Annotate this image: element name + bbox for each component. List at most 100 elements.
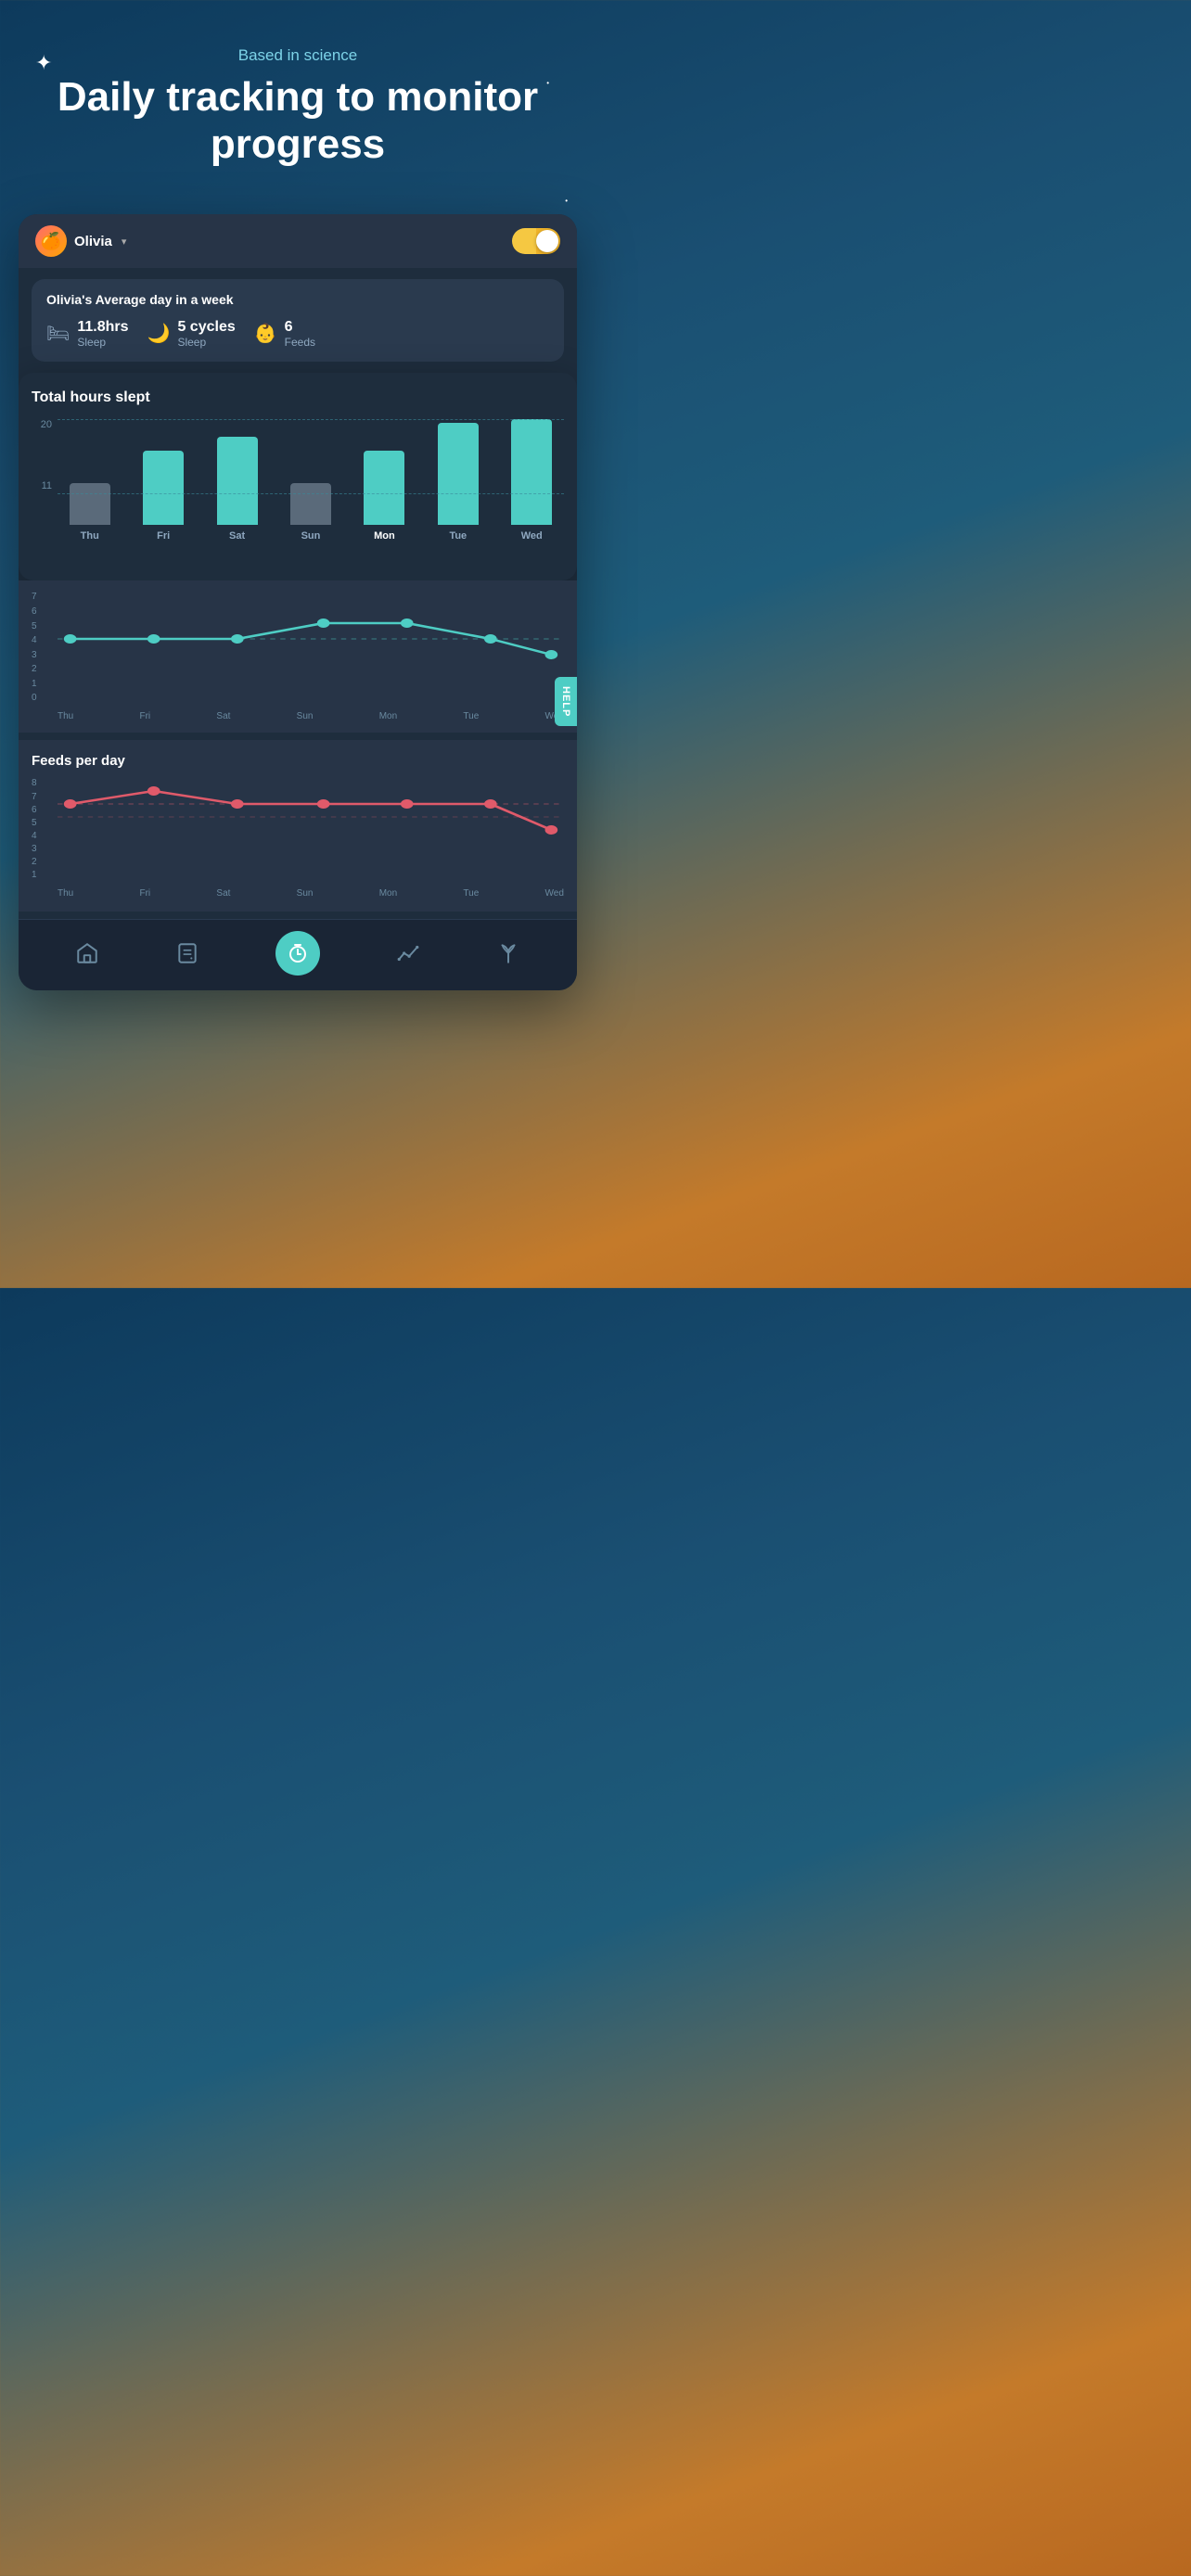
- home-icon: [75, 941, 99, 965]
- bar-fri-bar: [143, 451, 184, 525]
- feeds-y-4: 4: [32, 831, 41, 841]
- feeds-chart-title: Feeds per day: [32, 753, 564, 769]
- cycles-y-7: 7: [32, 592, 41, 602]
- timer-icon-wrapper: [275, 931, 320, 976]
- bar-wed-label: Wed: [521, 530, 543, 542]
- sleep-cycles-label: Sleep: [177, 336, 235, 349]
- bar-chart-wrapper: 20 11 Thu Fri: [32, 419, 564, 567]
- star-decoration-3: •: [565, 197, 568, 205]
- sleep-cycles-chart: 7 6 5 4 3 2 1 0: [19, 580, 577, 733]
- nav-report[interactable]: [175, 941, 199, 965]
- bar-wed-bar: [511, 419, 552, 525]
- hero-subtitle: Based in science: [37, 46, 558, 65]
- nav-growth[interactable]: [496, 941, 520, 965]
- feeds-chart-area: 8 7 6 5 4 3 2 1: [32, 778, 564, 899]
- bottom-nav: [19, 919, 577, 990]
- feeds-y-7: 7: [32, 792, 41, 802]
- sleep-hours-value: 11.8hrs: [77, 318, 128, 336]
- sleep-chart-title: Total hours slept: [32, 389, 564, 406]
- moon-icon: 🌙: [147, 322, 171, 345]
- cycles-y-1: 1: [32, 679, 41, 689]
- feeds-value: 6: [285, 318, 315, 336]
- star-decoration-2: •: [546, 79, 549, 87]
- chevron-down-icon: ▾: [122, 236, 127, 248]
- y-label-11: 11: [32, 480, 58, 491]
- bar-fri: Fri: [131, 419, 195, 542]
- cycles-y-4: 4: [32, 635, 41, 645]
- cycles-y-0: 0: [32, 693, 41, 703]
- nav-timer[interactable]: [275, 931, 320, 976]
- feeds-x-thu: Thu: [58, 888, 73, 899]
- bar-fri-label: Fri: [157, 530, 170, 542]
- theme-toggle[interactable]: ☀: [512, 228, 560, 254]
- cycles-y-2: 2: [32, 664, 41, 674]
- cycles-x-sat: Sat: [216, 711, 230, 721]
- nav-trends[interactable]: [396, 941, 420, 965]
- app-card: 🍊 Olivia ▾ ☀ Olivia's Average day in a w…: [19, 214, 577, 990]
- summary-card: Olivia's Average day in a week 🛏 11.8hrs…: [32, 279, 564, 362]
- cycles-x-fri: Fri: [139, 711, 150, 721]
- feeds-y-3: 3: [32, 844, 41, 854]
- feeds-y-2: 2: [32, 857, 41, 867]
- feeds-x-tue: Tue: [463, 888, 479, 899]
- feeds-y-1: 1: [32, 870, 41, 880]
- stat-feeds: 👶 6 Feeds: [254, 318, 315, 349]
- bar-thu-bar: [70, 483, 110, 525]
- user-profile[interactable]: 🍊 Olivia ▾: [35, 225, 126, 257]
- bar-mon-bar: [364, 451, 404, 525]
- sun-icon: ☀: [518, 234, 530, 249]
- bar-wed: Wed: [500, 419, 564, 542]
- cycles-x-sun: Sun: [297, 711, 314, 721]
- grid-line-mid: [58, 493, 564, 494]
- help-button[interactable]: HELP: [555, 677, 577, 726]
- bar-sat: Sat: [205, 419, 269, 542]
- bar-thu-label: Thu: [81, 530, 99, 542]
- y-axis: 20 11: [32, 419, 58, 567]
- cycles-x-labels: Thu Fri Sat Sun Mon Tue Wed: [58, 711, 564, 721]
- feeds-y-6: 6: [32, 805, 41, 815]
- bar-mon-label: Mon: [374, 530, 395, 542]
- bar-sun: Sun: [278, 419, 342, 542]
- cycles-x-mon: Mon: [379, 711, 397, 721]
- bar-sun-label: Sun: [301, 530, 321, 542]
- report-icon: [175, 941, 199, 965]
- stat-sleep-hours: 🛏 11.8hrs Sleep: [46, 318, 129, 349]
- feeds-x-wed: Wed: [545, 888, 564, 899]
- feeds-svg: [58, 778, 564, 880]
- sleep-hours-chart: Total hours slept 20 11 Thu Fri: [19, 373, 577, 580]
- toggle-knob: [536, 230, 558, 252]
- cycles-chart-area: 7 6 5 4 3 2 1 0: [32, 592, 564, 721]
- user-name: Olivia: [74, 234, 112, 249]
- cycles-svg: [58, 592, 564, 703]
- cycles-y-6: 6: [32, 606, 41, 617]
- summary-stats: 🛏 11.8hrs Sleep 🌙 5 cycles Sleep 👶 6 Fee…: [46, 318, 549, 349]
- bar-mon: Mon: [352, 419, 416, 542]
- baby-icon: 👶: [254, 322, 277, 345]
- bar-thu: Thu: [58, 419, 122, 542]
- cycles-y-axis: 7 6 5 4 3 2 1 0: [32, 592, 41, 703]
- feeds-x-labels: Thu Fri Sat Sun Mon Tue Wed: [58, 888, 564, 899]
- top-bar: 🍊 Olivia ▾ ☀: [19, 214, 577, 268]
- star-decoration-1: ✦: [35, 51, 52, 75]
- summary-title: Olivia's Average day in a week: [46, 292, 549, 307]
- bar-sat-label: Sat: [229, 530, 245, 542]
- feeds-chart-section: Feeds per day 8 7 6 5 4 3 2 1: [19, 740, 577, 912]
- cycles-svg-wrapper: [58, 592, 564, 703]
- stat-sleep-cycles: 🌙 5 cycles Sleep: [147, 318, 236, 349]
- cycles-y-5: 5: [32, 621, 41, 631]
- sleep-cycles-value: 5 cycles: [177, 318, 235, 336]
- bar-tue-bar: [438, 423, 479, 525]
- feeds-x-mon: Mon: [379, 888, 397, 899]
- y-label-20: 20: [32, 419, 58, 430]
- bar-tue-label: Tue: [449, 530, 467, 542]
- avatar: 🍊: [35, 225, 67, 257]
- feeds-x-sun: Sun: [297, 888, 314, 899]
- bed-icon: 🛏: [46, 322, 70, 345]
- grid-line-top: [58, 419, 564, 420]
- feeds-svg-wrapper: [58, 778, 564, 880]
- hero-section: ✦ • • Based in science Daily tracking to…: [0, 0, 596, 214]
- nav-home[interactable]: [75, 941, 99, 965]
- cycles-x-tue: Tue: [463, 711, 479, 721]
- cycles-y-3: 3: [32, 650, 41, 660]
- bars-container: Thu Fri Sat Sun: [58, 419, 564, 567]
